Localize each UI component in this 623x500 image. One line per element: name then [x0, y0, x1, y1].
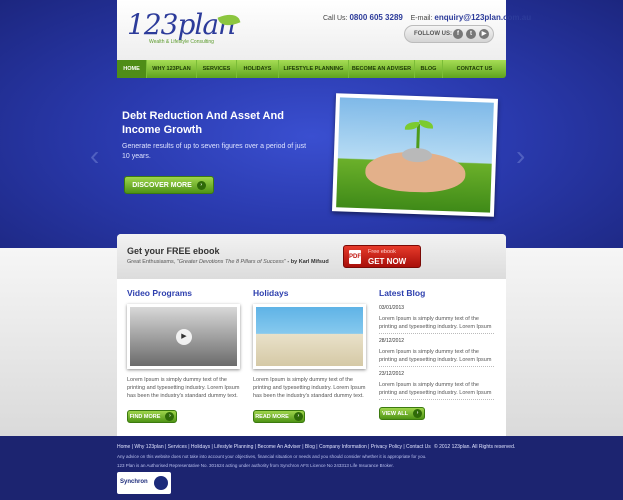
- view-all-label: VIEW ALL: [381, 410, 409, 417]
- find-more-label: FIND MORE: [129, 413, 161, 420]
- footer-disclaimer: Any advice on this website does not take…: [117, 454, 427, 459]
- sprout-stem: [416, 124, 421, 151]
- hero-image: [331, 93, 499, 217]
- email-label: E-mail:: [410, 15, 433, 22]
- phone-number[interactable]: 0800 605 3289: [349, 13, 402, 22]
- blog-post[interactable]: 23/12/2012 Lorem Ipsum is simply dummy t…: [379, 371, 494, 397]
- nav-services[interactable]: SERVICES: [197, 60, 237, 78]
- blog-divider: [379, 366, 494, 367]
- nav-contact-us[interactable]: CONTACT US: [443, 60, 506, 78]
- site-header: 123plan Wealth & Lifestyle Consulting Ca…: [117, 0, 531, 60]
- latest-blog-title[interactable]: Latest Blog: [379, 288, 425, 298]
- sprout-leaf-right: [418, 120, 434, 129]
- read-more-label: READ MORE: [255, 413, 289, 420]
- video-programs-text: Lorem Ipsum is simply dummy text of the …: [127, 377, 240, 399]
- ebook-button-small-label: Free ebook: [368, 249, 396, 255]
- arrow-right-icon: ›: [413, 409, 423, 418]
- slider-next-arrow[interactable]: ›: [516, 140, 525, 172]
- blog-divider: [379, 333, 494, 334]
- play-icon[interactable]: ▶: [176, 329, 192, 345]
- email-link[interactable]: enquiry@123plan.com.au: [434, 13, 531, 22]
- twitter-icon[interactable]: t: [466, 29, 476, 39]
- discover-more-label: DISCOVER MORE: [132, 181, 192, 189]
- blog-date: 23/12/2012: [379, 371, 405, 377]
- youtube-icon[interactable]: ▶: [479, 29, 489, 39]
- logo-text: 123plan: [127, 8, 236, 41]
- synchron-logo-text: Synchron: [120, 479, 148, 485]
- blog-excerpt: Lorem Ipsum is simply dummy text of the …: [379, 382, 492, 396]
- blog-excerpt: Lorem Ipsum is simply dummy text of the …: [379, 349, 492, 363]
- footer-links[interactable]: Home | Why 123plan | Services | Holidays…: [117, 444, 431, 450]
- ebook-sub-prefix: Great Enthusiasms,: [127, 259, 176, 265]
- blog-post[interactable]: 03/01/2013 Lorem Ipsum is simply dummy t…: [379, 305, 494, 331]
- pdf-icon: PDF: [349, 250, 361, 264]
- holidays-title[interactable]: Holidays: [253, 288, 288, 298]
- nav-become-an-adviser[interactable]: BECOME AN ADVISER: [349, 60, 415, 78]
- main-nav: HOME WHY 123PLAN SERVICES HOLIDAYS LIFES…: [117, 60, 506, 78]
- holiday-thumbnail[interactable]: [253, 304, 366, 369]
- contact-info: Call Us: 0800 605 3289 E-mail: enquiry@1…: [323, 13, 531, 22]
- discover-more-button[interactable]: DISCOVER MORE ›: [124, 176, 214, 194]
- ebook-banner: Get your FREE ebook Great Enthusiasms, "…: [117, 234, 506, 279]
- ebook-button-label: GET NOW: [368, 257, 407, 266]
- hero-title: Debt Reduction And Asset And Income Grow…: [122, 110, 284, 136]
- ebook-book-title: "Greater Devotions The 8 Pillars of Succ…: [176, 259, 286, 265]
- blog-excerpt: Lorem Ipsum is simply dummy text of the …: [379, 316, 492, 330]
- blog-date: 03/01/2013: [379, 305, 405, 311]
- arrow-right-icon: ›: [165, 412, 175, 421]
- follow-label: FOLLOW US:: [414, 31, 452, 37]
- holidays-text: Lorem Ipsum is simply dummy text of the …: [253, 377, 366, 399]
- logo[interactable]: 123plan Wealth & Lifestyle Consulting: [125, 8, 243, 50]
- video-programs-title[interactable]: Video Programs: [127, 288, 192, 298]
- synchron-mark-icon: [154, 476, 168, 490]
- blog-post[interactable]: 28/12/2012 Lorem Ipsum is simply dummy t…: [379, 338, 494, 364]
- footer-licence-note: 123 Plan is an Authorised Representative…: [117, 463, 394, 468]
- hero-text: Generate results of up to seven figures …: [122, 143, 307, 160]
- get-ebook-button[interactable]: PDF Free ebook GET NOW: [343, 245, 421, 268]
- nav-home[interactable]: HOME: [117, 60, 147, 78]
- view-all-button[interactable]: VIEW ALL ›: [379, 407, 425, 420]
- main-content: Get your FREE ebook Great Enthusiasms, "…: [117, 234, 506, 436]
- blog-divider: [379, 399, 494, 400]
- ebook-subtitle: Great Enthusiasms, "Greater Devotions Th…: [127, 259, 329, 265]
- read-more-button[interactable]: READ MORE ›: [253, 410, 305, 423]
- find-more-button[interactable]: FIND MORE ›: [127, 410, 177, 423]
- arrow-right-icon: ›: [196, 180, 206, 190]
- nav-why-123plan[interactable]: WHY 123PLAN: [147, 60, 197, 78]
- follow-us-bar: FOLLOW US: f t ▶: [404, 25, 494, 43]
- hands-with-sprout-photo: [336, 97, 494, 213]
- blog-date: 28/12/2012: [379, 338, 405, 344]
- call-label: Call Us:: [323, 15, 348, 22]
- ebook-title: Get your FREE ebook: [127, 246, 220, 256]
- video-thumbnail[interactable]: ▶: [127, 304, 240, 369]
- facebook-icon[interactable]: f: [453, 29, 463, 39]
- ebook-author: - by Karl Mifsud: [287, 259, 329, 265]
- footer-copyright: © 2012 123plan. All Rights reserved.: [434, 444, 516, 450]
- nav-blog[interactable]: BLOG: [415, 60, 443, 78]
- nav-holidays[interactable]: HOLIDAYS: [237, 60, 279, 78]
- slider-prev-arrow[interactable]: ‹: [90, 140, 99, 172]
- synchron-logo[interactable]: Synchron: [117, 472, 171, 494]
- nav-lifestyle-planning[interactable]: LIFESTYLE PLANNING: [279, 60, 349, 78]
- logo-tagline: Wealth & Lifestyle Consulting: [149, 39, 214, 45]
- arrow-right-icon: ›: [293, 412, 303, 421]
